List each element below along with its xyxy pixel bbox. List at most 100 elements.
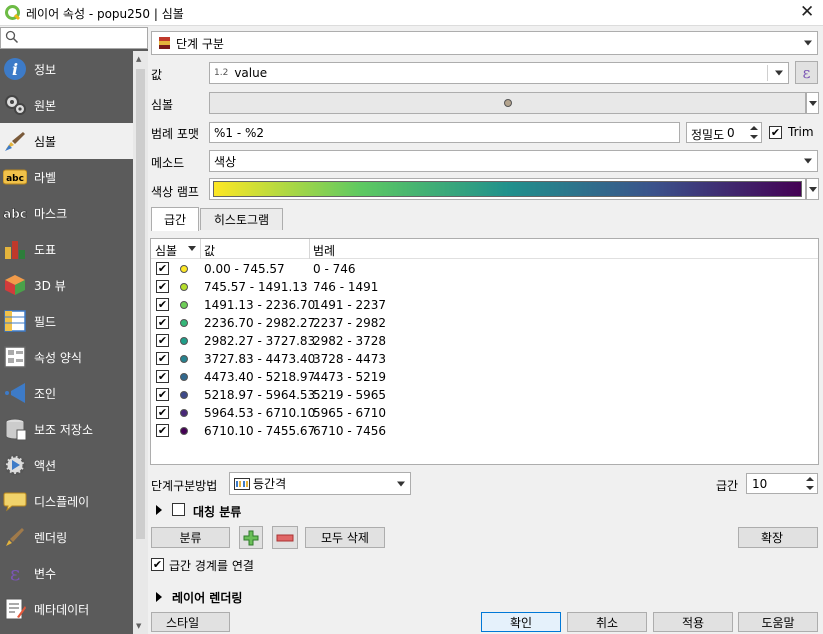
color-ramp-menu-button[interactable] <box>806 178 819 200</box>
class-visible-checkbox[interactable]: ✔ <box>156 316 169 329</box>
link-boundaries-checkbox[interactable]: ✔ <box>151 558 164 571</box>
scroll-down-icon[interactable]: ▼ <box>136 622 141 630</box>
symbol-button[interactable] <box>209 92 806 114</box>
class-visible-checkbox[interactable]: ✔ <box>156 424 169 437</box>
color-ramp-button[interactable] <box>209 178 806 200</box>
class-visible-checkbox[interactable]: ✔ <box>156 334 169 347</box>
precision-spinbox[interactable]: 정밀도 0 <box>686 122 762 143</box>
table-row[interactable]: ✔ 5218.97 - 5964.53 5219 - 5965 <box>151 386 818 404</box>
column-header-legend[interactable]: 범례 <box>313 242 335 259</box>
spin-down-icon[interactable] <box>806 486 814 490</box>
class-symbol-dot[interactable] <box>180 355 188 363</box>
style-button[interactable]: 스타일 <box>151 612 230 632</box>
sidebar-item-metadata[interactable]: 메타데이터 <box>0 591 133 627</box>
sidebar-item-auxiliary-storage[interactable]: 보조 저장소 <box>0 411 133 447</box>
class-visible-checkbox[interactable]: ✔ <box>156 406 169 419</box>
class-symbol-dot[interactable] <box>180 373 188 381</box>
class-visible-checkbox[interactable]: ✔ <box>156 370 169 383</box>
cancel-button[interactable]: 취소 <box>567 612 647 632</box>
class-symbol-dot[interactable] <box>180 409 188 417</box>
class-value-cell[interactable]: 2236.70 - 2982.27 <box>204 316 315 330</box>
class-legend-cell[interactable]: 6710 - 7456 <box>313 424 386 438</box>
scrollbar-thumb[interactable] <box>136 69 145 539</box>
sidebar-item-fields[interactable]: 필드 <box>0 303 133 339</box>
class-legend-cell[interactable]: 4473 - 5219 <box>313 370 386 384</box>
class-value-cell[interactable]: 745.57 - 1491.13 <box>204 280 308 294</box>
column-header-symbol[interactable]: 심볼 <box>155 242 177 259</box>
table-row[interactable]: ✔ 2236.70 - 2982.27 2237 - 2982 <box>151 314 818 332</box>
expression-button[interactable]: ε <box>795 61 818 84</box>
class-value-cell[interactable]: 5218.97 - 5964.53 <box>204 388 315 402</box>
expand-arrow-icon[interactable] <box>156 505 162 515</box>
sidebar-item-rendering[interactable]: 렌더링 <box>0 519 133 555</box>
class-visible-checkbox[interactable]: ✔ <box>156 352 169 365</box>
class-value-cell[interactable]: 0.00 - 745.57 <box>204 262 285 276</box>
help-button[interactable]: 도움말 <box>738 612 818 632</box>
symmetric-checkbox[interactable] <box>172 503 185 516</box>
advanced-button[interactable]: 확장 <box>738 527 818 548</box>
table-row[interactable]: ✔ 3727.83 - 4473.40 3728 - 4473 <box>151 350 818 368</box>
trim-checkbox[interactable]: ✔ <box>769 126 782 139</box>
classes-spinbox[interactable]: 10 <box>746 473 818 494</box>
spin-up-icon[interactable] <box>750 126 758 130</box>
table-row[interactable]: ✔ 4473.40 - 5218.97 4473 - 5219 <box>151 368 818 386</box>
spin-up-icon[interactable] <box>806 477 814 481</box>
classify-button[interactable]: 분류 <box>151 527 230 548</box>
sidebar-search-input[interactable] <box>0 27 148 49</box>
mode-select[interactable]: 등간격 <box>229 472 411 495</box>
sidebar-item-3d-view[interactable]: 3D 뷰 <box>0 267 133 303</box>
class-visible-checkbox[interactable]: ✔ <box>156 280 169 293</box>
class-symbol-dot[interactable] <box>180 265 188 273</box>
symbol-menu-button[interactable] <box>806 92 819 114</box>
method-select[interactable]: 색상 <box>209 150 818 172</box>
sidebar-item-actions[interactable]: 액션 <box>0 447 133 483</box>
table-row[interactable]: ✔ 745.57 - 1491.13 746 - 1491 <box>151 278 818 296</box>
table-row[interactable]: ✔ 6710.10 - 7455.67 6710 - 7456 <box>151 422 818 440</box>
ok-button[interactable]: 확인 <box>481 612 561 632</box>
table-row[interactable]: ✔ 5964.53 - 6710.10 5965 - 6710 <box>151 404 818 422</box>
scroll-up-icon[interactable]: ▲ <box>136 55 141 63</box>
tab-classes[interactable]: 급간 <box>151 207 199 231</box>
tab-histogram[interactable]: 히스토그램 <box>200 208 283 230</box>
class-legend-cell[interactable]: 1491 - 2237 <box>313 298 386 312</box>
delete-all-button[interactable]: 모두 삭제 <box>305 527 385 548</box>
class-symbol-dot[interactable] <box>180 427 188 435</box>
class-legend-cell[interactable]: 0 - 746 <box>313 262 356 276</box>
class-symbol-dot[interactable] <box>180 337 188 345</box>
class-symbol-dot[interactable] <box>180 391 188 399</box>
class-symbol-dot[interactable] <box>180 301 188 309</box>
sidebar-scrollbar[interactable]: ▲ ▼ <box>133 51 148 634</box>
sidebar-item-variables[interactable]: ε 변수 <box>0 555 133 591</box>
sidebar-item-display[interactable]: 디스플레이 <box>0 483 133 519</box>
class-legend-cell[interactable]: 2982 - 3728 <box>313 334 386 348</box>
legend-format-input[interactable]: %1 - %2 <box>209 122 680 143</box>
class-value-cell[interactable]: 5964.53 - 6710.10 <box>204 406 315 420</box>
class-legend-cell[interactable]: 3728 - 4473 <box>313 352 386 366</box>
class-value-cell[interactable]: 3727.83 - 4473.40 <box>204 352 315 366</box>
class-legend-cell[interactable]: 5219 - 5965 <box>313 388 386 402</box>
class-symbol-dot[interactable] <box>180 319 188 327</box>
class-legend-cell[interactable]: 2237 - 2982 <box>313 316 386 330</box>
table-row[interactable]: ✔ 2982.27 - 3727.83 2982 - 3728 <box>151 332 818 350</box>
class-value-cell[interactable]: 2982.27 - 3727.83 <box>204 334 315 348</box>
sidebar-item-symbology[interactable]: 심볼 <box>0 123 133 159</box>
class-symbol-dot[interactable] <box>180 283 188 291</box>
class-value-cell[interactable]: 6710.10 - 7455.67 <box>204 424 315 438</box>
class-legend-cell[interactable]: 5965 - 6710 <box>313 406 386 420</box>
sidebar-item-labels[interactable]: abc 라벨 <box>0 159 133 195</box>
table-row[interactable]: ✔ 0.00 - 745.57 0 - 746 <box>151 260 818 278</box>
class-value-cell[interactable]: 4473.40 - 5218.97 <box>204 370 315 384</box>
add-class-button[interactable] <box>239 526 263 549</box>
sidebar-item-info[interactable]: i 정보 <box>0 51 133 87</box>
sidebar-item-diagrams[interactable]: 도표 <box>0 231 133 267</box>
sidebar-item-attributes-form[interactable]: 속성 양식 <box>0 339 133 375</box>
class-visible-checkbox[interactable]: ✔ <box>156 262 169 275</box>
apply-button[interactable]: 적용 <box>653 612 733 632</box>
column-header-values[interactable]: 값 <box>204 242 215 259</box>
class-visible-checkbox[interactable]: ✔ <box>156 388 169 401</box>
class-value-cell[interactable]: 1491.13 - 2236.70 <box>204 298 315 312</box>
class-visible-checkbox[interactable]: ✔ <box>156 298 169 311</box>
sidebar-item-mask[interactable]: abc 마스크 <box>0 195 133 231</box>
close-icon[interactable]: ✕ <box>800 2 814 22</box>
class-legend-cell[interactable]: 746 - 1491 <box>313 280 378 294</box>
